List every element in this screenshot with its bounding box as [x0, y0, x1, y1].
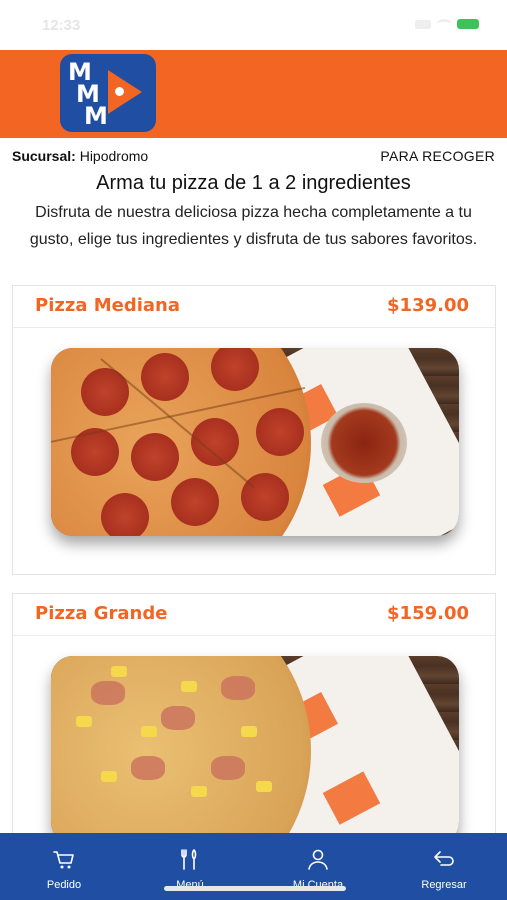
product-card[interactable]: Pizza Grande $159.00: [12, 593, 496, 853]
product-name: Pizza Mediana: [35, 295, 181, 316]
user-icon: [308, 849, 328, 870]
product-image[interactable]: [51, 656, 459, 844]
product-name: Pizza Grande: [35, 603, 168, 624]
branch-info: Sucursal: Hipodromo: [12, 148, 148, 164]
logo-letter: M: [84, 102, 108, 130]
product-image[interactable]: [51, 348, 459, 536]
page-title: Arma tu pizza de 1 a 2 ingredientes: [96, 172, 411, 194]
signal-icon: [415, 19, 431, 29]
status-bar: 12:33: [0, 0, 507, 50]
home-indicator[interactable]: [164, 886, 346, 891]
utensils-icon: [181, 849, 197, 870]
status-icons: [415, 19, 479, 29]
product-price: $159.00: [387, 603, 469, 624]
nav-label: Pedido: [46, 879, 82, 891]
branch-value: Hipodromo: [79, 148, 149, 164]
logo-dot: [115, 87, 124, 96]
wifi-icon: [437, 19, 451, 29]
cart-icon: [53, 851, 74, 869]
product-card[interactable]: Pizza Mediana $139.00: [12, 285, 496, 575]
page-description: Disfruta de nuestra deliciosa pizza hech…: [29, 204, 478, 248]
status-time: 12:33: [42, 17, 81, 34]
order-info-row: Sucursal: Hipodromo PARA RECOGER: [12, 148, 495, 166]
logo-slice-icon: [108, 70, 142, 114]
product-price: $139.00: [387, 295, 469, 316]
nav-pedido[interactable]: Pedido: [14, 833, 114, 900]
order-mode: PARA RECOGER: [380, 148, 495, 164]
battery-icon: [457, 19, 479, 29]
back-arrow-icon: [434, 851, 454, 866]
nav-label: Regresar: [421, 879, 467, 891]
product-card-header: Pizza Mediana $139.00: [13, 286, 495, 328]
brand-logo[interactable]: M M M: [60, 54, 156, 132]
product-card-header: Pizza Grande $159.00: [13, 594, 495, 636]
branch-label: Sucursal:: [12, 148, 76, 164]
nav-regresar[interactable]: Regresar: [394, 833, 494, 900]
